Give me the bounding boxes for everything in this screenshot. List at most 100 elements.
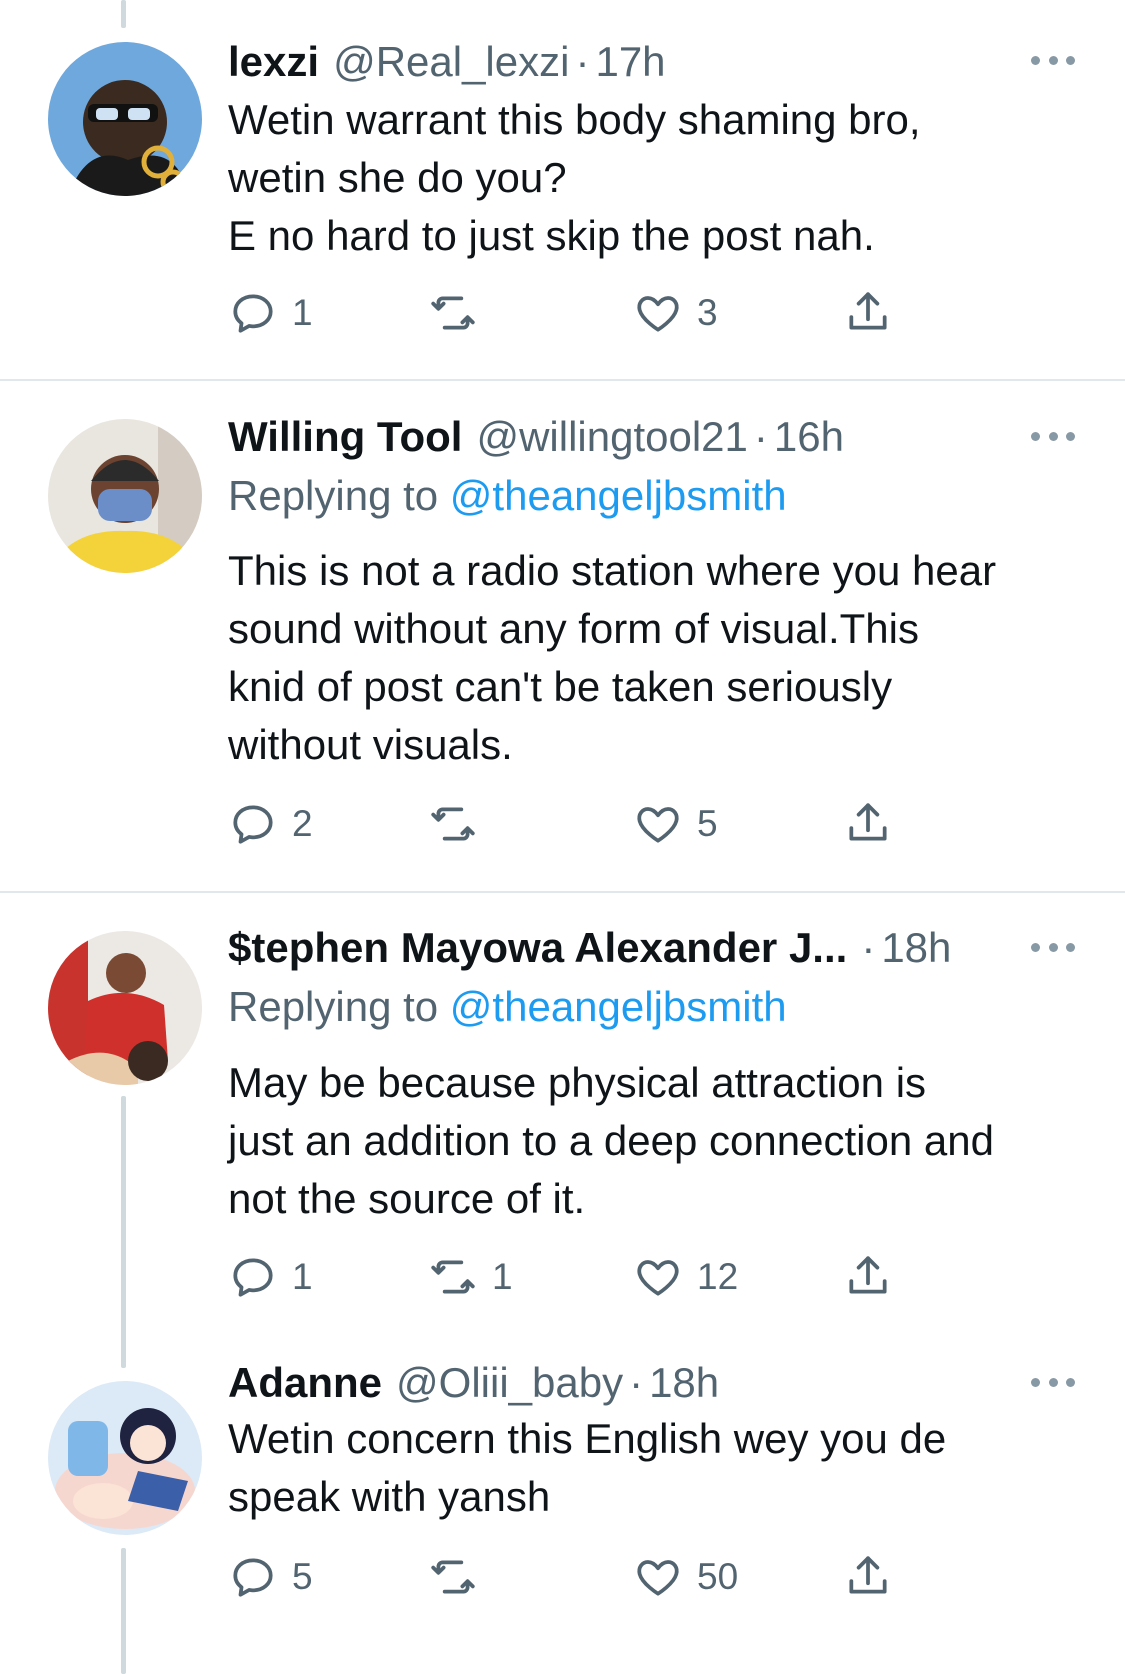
share-button[interactable]	[843, 1547, 893, 1607]
like-button[interactable]: 50	[633, 1547, 738, 1607]
tweet-text-line: May be because physical attraction is	[228, 1059, 927, 1106]
retweet-icon	[431, 1260, 475, 1294]
retweet-button[interactable]	[428, 283, 492, 343]
avatar-image	[48, 419, 202, 573]
replying-to: Replying to @theangeljbsmith	[228, 467, 787, 525]
timestamp[interactable]: 16h	[774, 407, 844, 467]
separator-dot: ·	[575, 38, 590, 85]
action-bar: 2 5	[228, 794, 988, 854]
action-bar: 5 50	[228, 1547, 988, 1607]
reply-button[interactable]: 2	[228, 794, 313, 854]
tweet-text-line: not the source of it.	[228, 1175, 586, 1222]
reply-count: 5	[292, 1556, 313, 1597]
tweet-lexzi[interactable]: lexzi @Real_lexzi · 17h Wetin warrant th…	[0, 0, 1125, 380]
reply-button[interactable]: 5	[228, 1547, 313, 1607]
timestamp[interactable]: 18h	[649, 1353, 719, 1413]
reply-icon	[233, 1258, 273, 1297]
tweet-header: Adanne @Oliii_baby · 18h	[228, 1353, 1085, 1413]
like-count: 5	[697, 803, 718, 844]
retweet-button[interactable]	[428, 1547, 492, 1607]
like-count: 3	[697, 292, 718, 333]
replying-to: Replying to @theangeljbsmith	[228, 978, 787, 1036]
reply-icon	[233, 1558, 273, 1597]
tweet-header: $tephen Mayowa Alexander J... · 18h	[228, 918, 1085, 978]
tweet-text-line: knid of post can't be taken seriously	[228, 663, 893, 710]
share-icon	[849, 1556, 887, 1594]
like-button[interactable]: 5	[633, 794, 718, 854]
action-bar: 1 1 12	[228, 1247, 988, 1307]
mention-link[interactable]: @theangeljbsmith	[450, 983, 787, 1030]
tweet-adanne[interactable]: Adanne @Oliii_baby · 18h Wetin concern t…	[0, 1348, 1125, 1674]
tweet-stephen[interactable]: $tephen Mayowa Alexander J... · 18h Repl…	[0, 893, 1125, 1333]
action-bar: 1 3	[228, 283, 988, 343]
separator-dot: ·	[629, 1359, 644, 1406]
reply-icon	[233, 294, 273, 333]
avatar[interactable]	[48, 419, 202, 573]
tweet-text-line: sound without any form of visual.This	[228, 605, 919, 652]
user-handle[interactable]: @Real_lexzi	[333, 32, 569, 92]
tweet-text-line: wetin she do you?	[228, 154, 567, 201]
tweet-text-line: Wetin warrant this body shaming bro,	[228, 96, 921, 143]
avatar-image	[48, 1381, 202, 1535]
tweet-text: May be because physical attraction is ju…	[228, 1054, 1088, 1228]
share-icon	[849, 292, 887, 330]
tweet-text: Wetin warrant this body shaming bro, wet…	[228, 91, 1088, 265]
share-button[interactable]	[843, 794, 893, 854]
retweet-count: 1	[492, 1256, 513, 1297]
more-options-icon[interactable]	[1031, 1352, 1075, 1412]
reply-button[interactable]: 1	[228, 283, 313, 343]
retweet-icon	[431, 296, 475, 330]
more-options-icon[interactable]	[1031, 30, 1075, 90]
tweet-text-line: just an addition to a deep connection an…	[228, 1117, 994, 1164]
tweet-text-line: Wetin concern this English wey you de	[228, 1415, 947, 1462]
reply-count: 1	[292, 292, 313, 333]
separator-dot: ·	[753, 413, 768, 460]
share-icon	[849, 1256, 887, 1294]
timestamp[interactable]: 18h	[881, 918, 951, 978]
mention-link[interactable]: @theangeljbsmith	[450, 472, 787, 519]
retweet-button[interactable]: 1	[428, 1247, 513, 1307]
reply-count: 1	[292, 1256, 313, 1297]
avatar-image	[48, 931, 202, 1085]
avatar[interactable]	[48, 42, 202, 196]
user-handle[interactable]: @willingtool21	[476, 407, 747, 467]
tweet-text: Wetin concern this English wey you de sp…	[228, 1410, 1088, 1526]
tweet-text: This is not a radio station where you he…	[228, 542, 1088, 774]
tweet-header: Willing Tool @willingtool21 · 16h	[228, 407, 1085, 467]
retweet-icon	[431, 1560, 475, 1594]
like-count: 12	[697, 1256, 739, 1297]
like-count: 50	[697, 1556, 739, 1597]
tweet-willing-tool[interactable]: Willing Tool @willingtool21 · 16h Replyi…	[0, 381, 1125, 891]
like-button[interactable]: 12	[633, 1247, 738, 1307]
share-icon	[849, 803, 887, 841]
share-button[interactable]	[843, 1247, 893, 1307]
avatar[interactable]	[48, 931, 202, 1085]
heart-icon	[637, 807, 679, 843]
tweet-text-line: speak with yansh	[228, 1473, 551, 1520]
display-name[interactable]: Adanne	[228, 1353, 382, 1413]
heart-icon	[637, 296, 679, 332]
timestamp[interactable]: 17h	[595, 32, 665, 92]
replying-to-label: Replying to	[228, 472, 439, 519]
reply-count: 2	[292, 803, 313, 844]
separator-dot: ·	[861, 924, 876, 971]
more-options-icon[interactable]	[1031, 917, 1075, 977]
display-name[interactable]: Willing Tool	[228, 407, 462, 467]
tweet-text-line: without visuals.	[228, 721, 513, 768]
reply-button[interactable]: 1	[228, 1247, 313, 1307]
display-name[interactable]: $tephen Mayowa Alexander J...	[228, 918, 847, 978]
tweet-text-line: E no hard to just skip the post nah.	[228, 212, 875, 259]
tweet-text-line: This is not a radio station where you he…	[228, 547, 997, 594]
heart-icon	[637, 1260, 679, 1296]
retweet-icon	[431, 807, 475, 841]
user-handle[interactable]: @Oliii_baby	[396, 1353, 623, 1413]
retweet-button[interactable]	[428, 794, 492, 854]
more-options-icon[interactable]	[1031, 406, 1075, 466]
avatar[interactable]	[48, 1381, 202, 1535]
tweet-header: lexzi @Real_lexzi · 17h	[228, 32, 1085, 92]
avatar-image	[48, 42, 202, 196]
like-button[interactable]: 3	[633, 283, 718, 343]
heart-icon	[637, 1560, 679, 1596]
display-name[interactable]: lexzi	[228, 32, 319, 92]
share-button[interactable]	[843, 283, 893, 343]
